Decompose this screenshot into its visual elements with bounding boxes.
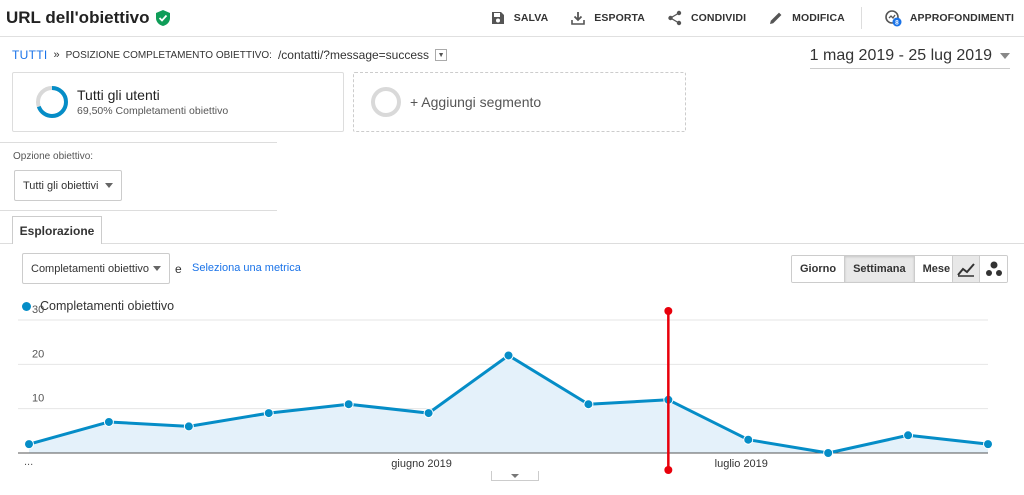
tab-exploration-label: Esplorazione <box>19 223 95 238</box>
data-point <box>103 416 114 427</box>
chevron-down-icon <box>511 474 519 478</box>
data-point <box>503 350 514 361</box>
data-point <box>423 408 434 419</box>
x-tick-label: ... <box>24 456 34 468</box>
series-area <box>29 355 988 453</box>
goal-completions-chart[interactable]: 10 20 30 giugno 2019 luglio 2019 <box>0 0 1024 495</box>
data-point <box>983 439 993 450</box>
data-point <box>823 448 834 458</box>
data-point <box>903 430 914 441</box>
chart-expand-handle[interactable] <box>491 471 539 481</box>
data-point <box>743 434 754 445</box>
data-point <box>583 399 594 410</box>
x-tick-label: luglio 2019 <box>715 458 768 470</box>
data-point <box>183 421 194 432</box>
tab-exploration[interactable]: Esplorazione <box>12 216 102 244</box>
annotation-marker-bottom <box>664 466 673 474</box>
y-tick-label: 10 <box>32 393 44 405</box>
y-tick-label: 30 <box>32 304 44 316</box>
data-point <box>24 439 34 450</box>
annotation-marker-top <box>664 307 673 315</box>
x-tick-label: giugno 2019 <box>391 458 452 470</box>
y-tick-label: 20 <box>32 348 44 360</box>
data-point <box>263 408 274 419</box>
data-point <box>343 399 354 410</box>
